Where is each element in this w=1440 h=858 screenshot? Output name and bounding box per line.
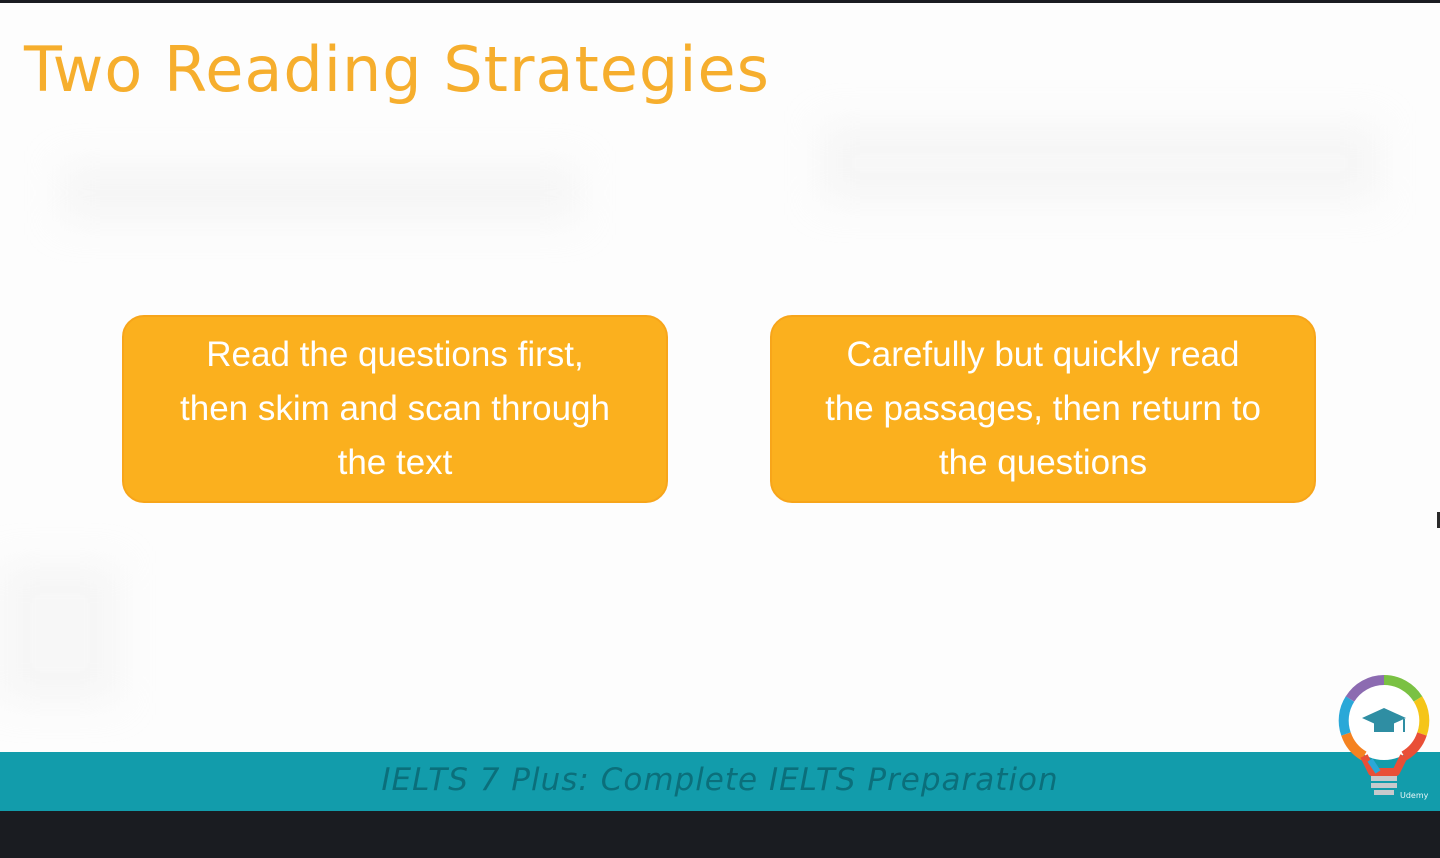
strategy-1-line-1: Read the questions first, (206, 335, 584, 374)
background-haze (0, 563, 120, 703)
strategy-box-1: Read the questions first, then skim and … (122, 315, 668, 503)
background-haze (820, 123, 1380, 203)
slide-title: Two Reading Strategies (24, 33, 770, 106)
strategy-1-line-2: then skim and scan through (180, 389, 610, 428)
lightbulb-graduation-cap-icon: Udemy (1334, 668, 1434, 804)
strategy-2-line-3: the questions (938, 443, 1148, 482)
strategy-1-line-3: the text (337, 443, 453, 482)
video-bottom-bar (0, 811, 1440, 858)
slide: Two Reading Strategies Read the question… (0, 3, 1440, 811)
strategy-box-2: Carefully but quickly read the passages,… (770, 315, 1316, 503)
logo-caption: Udemy (1400, 791, 1429, 800)
strategy-2-line-1: Carefully but quickly read (846, 335, 1240, 374)
background-haze (60, 163, 580, 223)
strategy-text-1: Read the questions first, then skim and … (180, 328, 610, 490)
course-title-footer: IELTS 7 Plus: Complete IELTS Preparation (381, 762, 1059, 798)
strategy-text-2: Carefully but quickly read the passages,… (825, 328, 1261, 490)
strategy-2-line-2: the passages, then return to (825, 389, 1261, 428)
